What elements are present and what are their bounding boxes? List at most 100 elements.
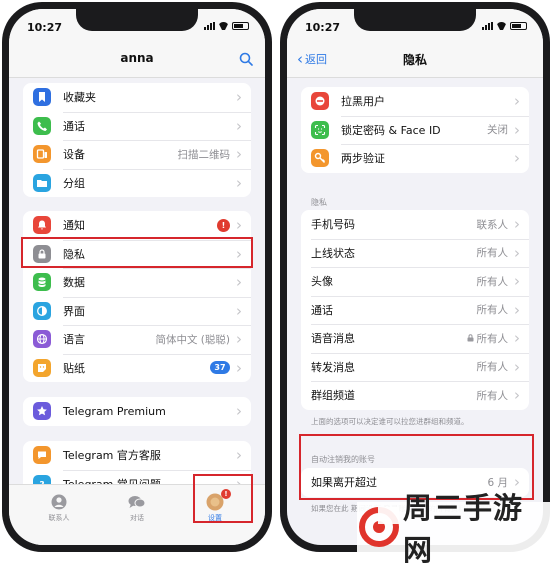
person-icon (29, 491, 89, 513)
watermark: 周三手游网 (357, 491, 552, 567)
chevron-right-icon: › (236, 273, 242, 292)
row-value: 联系人 (476, 218, 509, 231)
privacy-row-blocked[interactable]: 拉黑用户 › (301, 87, 529, 116)
settings-row-calls[interactable]: 通话 › (23, 111, 251, 141)
row-label: 手机号码 (311, 218, 355, 232)
status-time: 10:27 (27, 21, 63, 34)
row-label: 收藏夹 (63, 91, 96, 105)
chevron-right-icon: › (514, 357, 520, 376)
row-value: 所有人 (476, 389, 509, 402)
bell-icon (33, 216, 51, 235)
row-label: 上线状态 (311, 246, 355, 260)
battery-icon (510, 22, 527, 30)
row-label: 群组频道 (311, 389, 355, 403)
privacy-row-forwards[interactable]: 转发消息 所有人 › (301, 352, 529, 382)
chevron-right-icon: › (236, 301, 242, 320)
wifi-icon (496, 22, 507, 30)
settings-row-appearance[interactable]: 界面 › (23, 296, 251, 326)
privacy-row-calls[interactable]: 通话 所有人 › (301, 295, 529, 325)
privacy-row-photo[interactable]: 头像 所有人 › (301, 267, 529, 296)
highlight-settings-tab (193, 474, 253, 523)
status-icons (204, 22, 249, 30)
settings-row-notifications[interactable]: 通知 ! › (23, 211, 251, 240)
page-title: anna (120, 51, 154, 65)
row-value: 所有人 (476, 247, 509, 260)
row-label: 锁定密码 & Face ID (341, 123, 441, 137)
settings-group-3: Telegram Premium › (23, 397, 251, 426)
chevron-right-icon: › (236, 116, 242, 135)
search-icon[interactable] (239, 51, 253, 70)
chevron-right-icon: › (236, 330, 242, 349)
chevron-right-icon: › (236, 446, 242, 465)
row-label: 通知 (63, 219, 85, 233)
privacy-row-two-step[interactable]: 两步验证 › (301, 144, 529, 173)
row-value: 所有人 (476, 304, 509, 317)
tab-chats[interactable]: 对话 (107, 491, 167, 523)
chevron-right-icon: › (514, 92, 520, 111)
privacy-row-voice[interactable]: 语音消息 所有人 › (301, 324, 529, 353)
sticker-icon (33, 358, 51, 377)
row-label: 数据 (63, 276, 85, 290)
row-value: 扫描二维码 (177, 148, 231, 161)
row-label: Telegram 官方客服 (63, 449, 161, 463)
folder-icon (33, 173, 51, 192)
privacy-row-groups[interactable]: 群组频道 所有人 › (301, 381, 529, 410)
status-time: 10:27 (305, 21, 341, 34)
chevron-right-icon: › (236, 358, 242, 377)
row-value: 简体中文 (聪聪) (155, 333, 230, 346)
wifi-icon (218, 22, 229, 30)
chevron-right-icon: › (514, 329, 520, 348)
chevron-right-icon: › (236, 145, 242, 164)
highlight-privacy-row (21, 237, 253, 268)
nav-bar: anna (9, 41, 265, 78)
privacy-footer: 上面的选项可以决定谁可以拉您进群组和频道。 (311, 417, 469, 426)
chevron-right-icon: › (514, 272, 520, 291)
chevron-right-icon: › (514, 120, 520, 139)
nav-bar: ‹ 返回 隐私 (287, 41, 543, 78)
chevron-right-icon: › (236, 173, 242, 192)
chevron-right-icon: › (236, 402, 242, 421)
settings-row-data[interactable]: 数据 › (23, 268, 251, 297)
key-icon (311, 149, 329, 168)
settings-row-stickers[interactable]: 贴纸 37 › (23, 353, 251, 383)
row-label: 拉黑用户 (341, 95, 385, 109)
globe-icon (33, 330, 51, 349)
bookmark-icon (33, 88, 51, 107)
chevron-right-icon: › (514, 243, 520, 262)
row-label: 通话 (63, 119, 85, 133)
chevron-right-icon: › (236, 216, 242, 235)
settings-screen: 10:27 anna 收藏夹 › 通话 › 设备 扫描二维码 › 分组 › 通知… (9, 9, 265, 545)
page-title: 隐私 (402, 53, 427, 67)
chat-icon (33, 446, 51, 465)
appearance-icon (33, 301, 51, 320)
notch (354, 9, 476, 31)
notification-badge: ! (217, 218, 230, 232)
privacy-row-phone[interactable]: 手机号码 联系人 › (301, 210, 529, 239)
privacy-row-passcode[interactable]: 锁定密码 & Face ID 关闭 › (301, 115, 529, 145)
settings-row-language[interactable]: 语言 简体中文 (聪聪) › (23, 325, 251, 354)
row-label: 语音消息 (311, 332, 355, 346)
privacy-section-header: 隐私 (311, 198, 327, 207)
row-label: 设备 (63, 148, 85, 162)
settings-row-support[interactable]: Telegram 官方客服 › (23, 441, 251, 470)
chat-bubbles-icon (107, 491, 167, 513)
settings-row-saved[interactable]: 收藏夹 › (23, 83, 251, 112)
row-label: 头像 (311, 275, 333, 289)
signal-icon (482, 22, 493, 30)
privacy-row-last-seen[interactable]: 上线状态 所有人 › (301, 238, 529, 268)
tab-contacts[interactable]: 联系人 (29, 491, 89, 523)
settings-row-premium[interactable]: Telegram Premium › (23, 397, 251, 426)
faceid-icon (311, 120, 329, 139)
chevron-right-icon: › (514, 149, 520, 168)
settings-row-folders[interactable]: 分组 › (23, 168, 251, 198)
privacy-group: 手机号码 联系人 › 上线状态 所有人 › 头像 所有人 › 通话 所有人 › … (301, 210, 529, 410)
database-icon (33, 273, 51, 292)
row-label: 两步验证 (341, 152, 385, 166)
stickers-count-badge: 37 (210, 361, 230, 375)
phone-icon (33, 116, 51, 135)
tab-label: 联系人 (48, 514, 70, 522)
notch (76, 9, 198, 31)
settings-row-devices[interactable]: 设备 扫描二维码 › (23, 140, 251, 169)
row-label: 界面 (63, 304, 85, 318)
row-value: 所有人 (476, 332, 509, 345)
